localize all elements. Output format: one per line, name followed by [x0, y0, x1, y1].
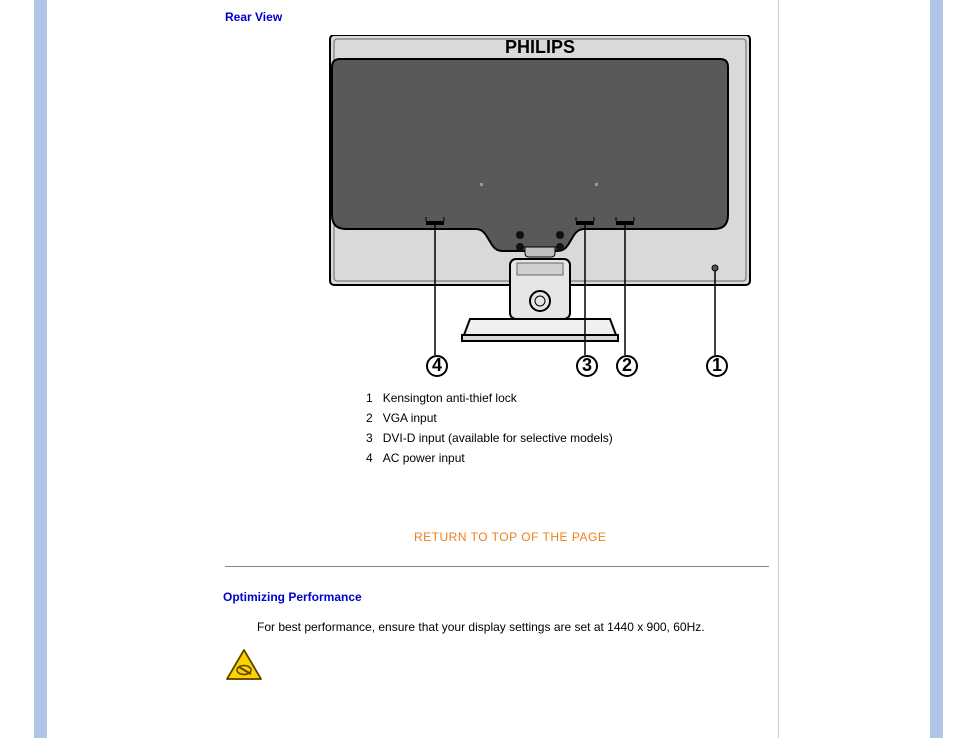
- callout-3: 3: [576, 355, 598, 377]
- optimizing-performance-heading: Optimizing Performance: [223, 590, 362, 604]
- warning-icon: [225, 648, 263, 682]
- right-divider: [778, 0, 779, 738]
- legend-text: AC power input: [383, 448, 623, 468]
- legend-row: 2VGA input: [366, 408, 623, 428]
- legend-num: 4: [366, 448, 383, 468]
- right-sidebar-stripe: [930, 0, 943, 738]
- legend-row: 4AC power input: [366, 448, 623, 468]
- callout-1: 1: [706, 355, 728, 377]
- legend-row: 1Kensington anti-thief lock: [366, 388, 623, 408]
- optimizing-performance-text: For best performance, ensure that your d…: [257, 620, 757, 634]
- section-divider: [225, 566, 769, 567]
- legend-text: Kensington anti-thief lock: [383, 388, 623, 408]
- legend-text: VGA input: [383, 408, 623, 428]
- rear-view-legend: 1Kensington anti-thief lock 2VGA input 3…: [366, 388, 623, 468]
- legend-num: 1: [366, 388, 383, 408]
- legend-text: DVI-D input (available for selective mod…: [383, 428, 623, 448]
- legend-num: 2: [366, 408, 383, 428]
- callout-2: 2: [616, 355, 638, 377]
- left-sidebar-stripe: [34, 0, 47, 738]
- legend-row: 3DVI-D input (available for selective mo…: [366, 428, 623, 448]
- return-to-top-link[interactable]: RETURN TO TOP OF THE PAGE: [414, 530, 606, 544]
- callout-4: 4: [426, 355, 448, 377]
- svg-text:PHILIPS: PHILIPS: [505, 37, 575, 57]
- legend-num: 3: [366, 428, 383, 448]
- rear-view-figure: PHILIPS: [320, 35, 760, 371]
- rear-view-heading: Rear View: [225, 10, 282, 24]
